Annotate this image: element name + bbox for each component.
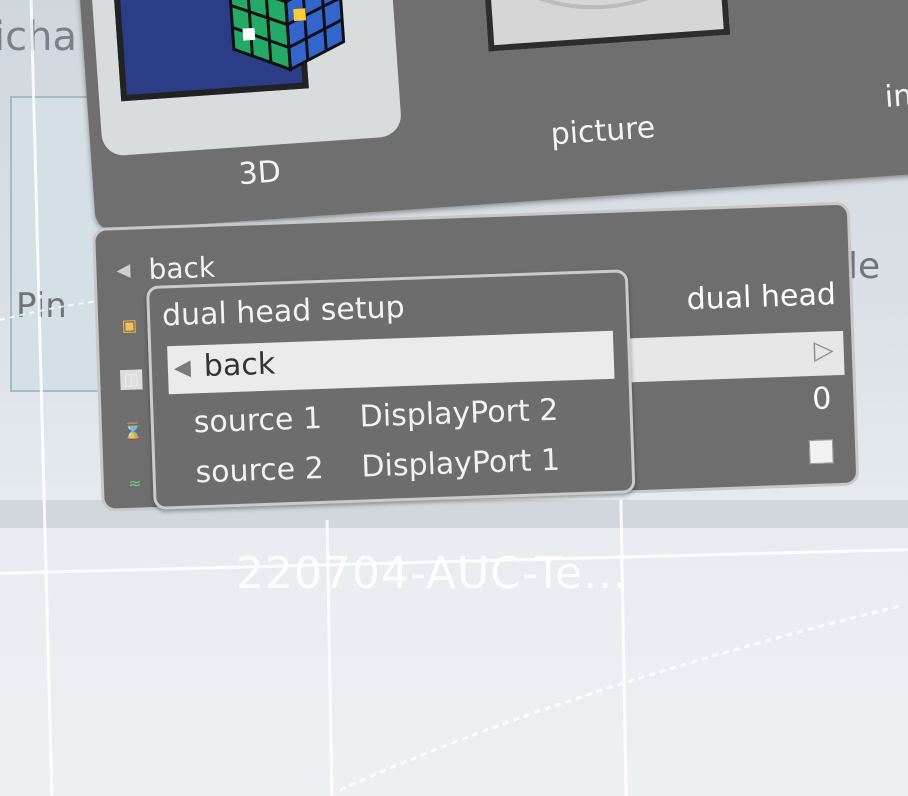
source-1-value[interactable]: DisplayPort 2 xyxy=(359,393,559,435)
back-arrow-icon: ◀ xyxy=(173,355,192,382)
source-2-label[interactable]: source 2 xyxy=(195,451,324,490)
dual-head-setup-submenu: dual head setup ◀ back source 1 DisplayP… xyxy=(146,269,636,510)
submenu-title: dual head setup xyxy=(161,290,406,334)
background-file-label: 220704-AUC-Te... xyxy=(236,548,629,599)
hourglass-icon: ⌛ xyxy=(122,421,144,442)
back-arrow-icon: ◀ xyxy=(116,259,131,282)
menu-item-dual-head[interactable]: dual head xyxy=(686,277,836,317)
submenu-back-label[interactable]: back xyxy=(203,347,275,384)
display-icon: ◫ xyxy=(119,369,143,391)
cube-icon: ▣ xyxy=(121,315,138,336)
thumbnail-label-3d: 3D xyxy=(237,154,282,193)
thumbnail-label-input: in xyxy=(883,78,908,115)
thumbnail-picture[interactable] xyxy=(481,0,731,52)
rubiks-cube-icon xyxy=(225,0,346,72)
picture-frame-icon xyxy=(509,0,701,10)
source-1-label[interactable]: source 1 xyxy=(193,401,322,440)
source-2-value[interactable]: DisplayPort 1 xyxy=(361,443,561,485)
menu-checkbox[interactable] xyxy=(808,439,834,465)
thumbnail-3d[interactable] xyxy=(89,0,403,157)
signal-icon: ≈ xyxy=(127,473,142,493)
menu-value: 0 xyxy=(811,381,833,417)
menu-back-item[interactable]: back xyxy=(148,251,216,286)
chevron-right-icon[interactable]: ▷ xyxy=(813,335,834,366)
thumbnail-label-picture: picture xyxy=(549,110,657,153)
